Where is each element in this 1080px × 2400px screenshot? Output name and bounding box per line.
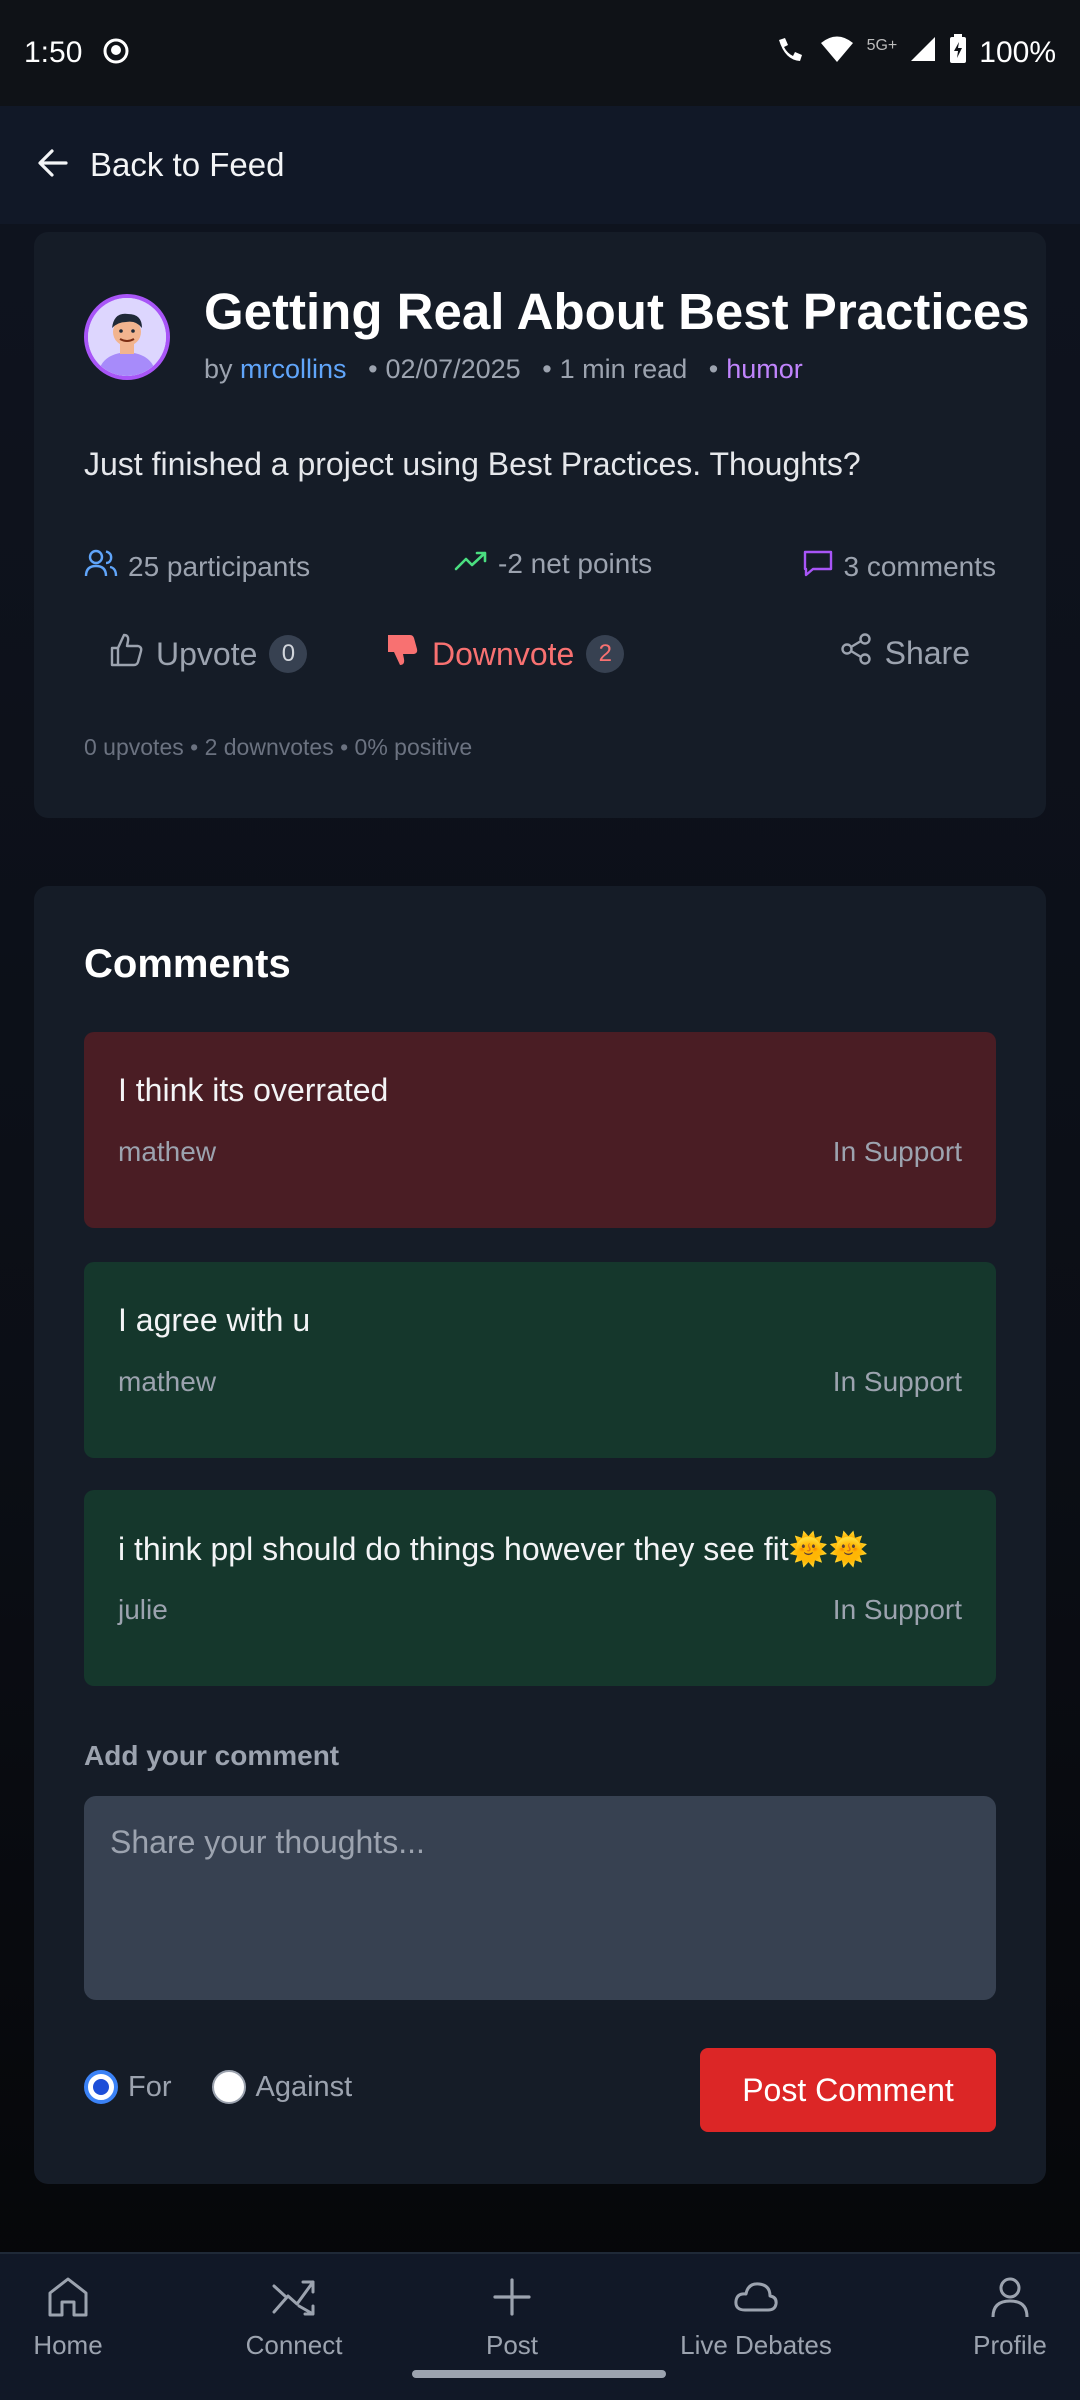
status-time: 1:50	[24, 36, 83, 69]
nav-label: Connect	[245, 2330, 343, 2360]
comment-stance: In Support	[832, 1366, 962, 1397]
downvote-button[interactable]: Downvote 2	[384, 632, 625, 676]
comments-card: Comments I think its overrated mathew In…	[34, 886, 1046, 2184]
participants-stat: 25 participants	[84, 548, 310, 585]
network-type: 5G+	[866, 37, 898, 54]
users-icon	[84, 548, 118, 585]
comment-item: i think ppl should do things however the…	[84, 1490, 996, 1686]
cloud-icon	[734, 2282, 778, 2312]
status-bar: 1:50 5G+ 100%	[0, 0, 1080, 106]
post-title: Getting Real About Best Practices	[204, 283, 1030, 340]
back-label: Back to Feed	[90, 146, 285, 183]
comment-author[interactable]: julie	[118, 1594, 168, 1626]
downvote-count-badge: 2	[586, 635, 625, 673]
nav-post[interactable]: Post	[412, 2274, 612, 2361]
post-body: Just finished a project using Best Pract…	[84, 446, 861, 482]
post-comment-button[interactable]: Post Comment	[700, 2048, 996, 2132]
comment-stance: In Support	[832, 1594, 962, 1625]
radio-against-label[interactable]: Against	[256, 2071, 353, 2104]
post-date: 02/07/2025	[385, 354, 521, 384]
radio-for[interactable]	[84, 2070, 118, 2104]
status-icons: 5G+ 100%	[775, 34, 1056, 72]
comments-stat: 3 comments	[802, 548, 997, 585]
by-label: by	[204, 354, 233, 384]
participants-count: 25 participants	[128, 550, 311, 582]
side-selector: For Against	[84, 2070, 352, 2104]
upvote-count-badge: 0	[269, 635, 308, 673]
back-to-feed-button[interactable]: Back to Feed	[0, 106, 1080, 224]
comment-input[interactable]	[84, 1796, 996, 2000]
post-card: Getting Real About Best Practices by mrc…	[34, 232, 1046, 818]
comment-text: I think its overrated	[118, 1072, 389, 1108]
trending-up-icon	[454, 548, 488, 580]
share-button[interactable]: Share	[839, 632, 970, 674]
nav-connect[interactable]: Connect	[194, 2274, 394, 2361]
gesture-bar[interactable]	[412, 2370, 666, 2378]
comments-count: 3 comments	[843, 550, 997, 582]
radio-against[interactable]	[211, 2070, 246, 2104]
post-stats: 25 participants -2 net points 3 comments	[84, 548, 996, 588]
thumbs-down-icon	[384, 632, 420, 676]
downvote-label: Downvote	[432, 635, 575, 672]
share-icon	[839, 632, 873, 674]
home-icon	[48, 2277, 88, 2317]
read-time: 1 min read	[559, 354, 688, 384]
nav-label: Profile	[973, 2330, 1047, 2360]
shuffle-icon	[272, 2280, 315, 2316]
net-points: -2 net points	[498, 548, 653, 579]
user-icon	[991, 2277, 1029, 2318]
wifi-icon	[819, 34, 855, 72]
meta-separator: •	[542, 354, 552, 384]
comment-item: I think its overrated mathew In Support	[84, 1032, 996, 1228]
post-detail-page: 1:50 5G+ 100% Back to Feed Getting Real …	[0, 0, 1080, 2400]
comment-author[interactable]: mathew	[118, 1136, 216, 1168]
nav-home[interactable]: Home	[0, 2274, 168, 2361]
nav-label: Live Debates	[680, 2330, 832, 2360]
meta-separator: •	[368, 354, 378, 384]
author-avatar[interactable]	[84, 294, 170, 380]
comment-item: I agree with u mathew In Support	[84, 1262, 996, 1458]
thumbs-up-icon	[108, 632, 144, 676]
share-label: Share	[884, 634, 970, 671]
meta-separator: •	[708, 354, 719, 384]
nav-live-debates[interactable]: Live Debates	[656, 2274, 856, 2361]
radio-for-label[interactable]: For	[128, 2071, 172, 2104]
add-comment-label: Add your comment	[84, 1740, 340, 1771]
post-tag[interactable]: humor	[726, 354, 803, 384]
arrow-left-icon	[36, 146, 70, 185]
comments-heading: Comments	[84, 942, 291, 986]
battery-percent: 100%	[979, 36, 1056, 69]
vote-summary: 0 upvotes • 2 downvotes • 0% positive	[84, 734, 473, 760]
nav-profile[interactable]: Profile	[910, 2274, 1080, 2361]
comment-stance: In Support	[832, 1136, 962, 1167]
upvote-label: Upvote	[156, 635, 258, 672]
battery-icon	[949, 34, 967, 72]
comment-text: I agree with u	[118, 1302, 311, 1338]
comment-author[interactable]: mathew	[118, 1366, 216, 1398]
post-meta: by mrcollins • 02/07/2025 • 1 min read • hu…	[204, 354, 803, 385]
wifi-call-icon	[775, 34, 807, 72]
signal-icon	[909, 35, 937, 71]
message-square-icon	[802, 548, 834, 585]
plus-icon	[493, 2278, 531, 2316]
comment-text: i think ppl should do things however the…	[118, 1531, 869, 1567]
net-points-stat: -2 net points	[454, 548, 652, 580]
notification-icon	[102, 37, 130, 70]
nav-label: Home	[33, 2330, 103, 2360]
author-link[interactable]: mrcollins	[240, 354, 347, 384]
nav-label: Post	[485, 2330, 539, 2360]
post-actions: Upvote 0 Downvote 2 Share	[84, 632, 996, 692]
upvote-button[interactable]: Upvote 0	[108, 632, 308, 676]
